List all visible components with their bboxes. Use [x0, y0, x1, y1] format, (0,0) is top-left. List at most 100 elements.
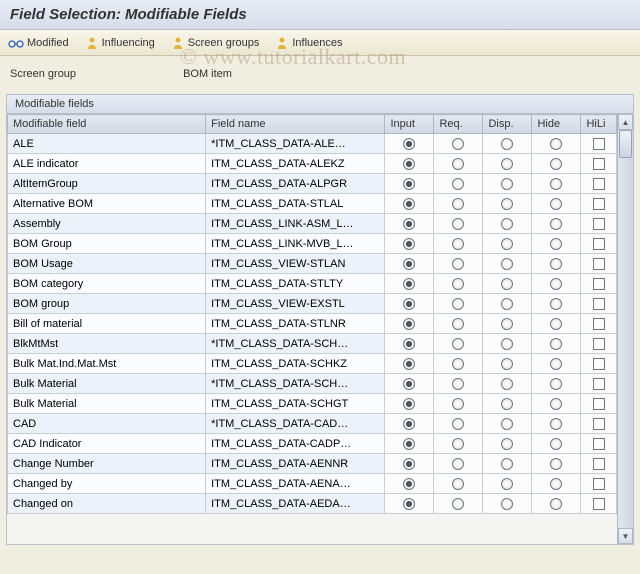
hili-checkbox[interactable]	[593, 338, 605, 350]
input-radio[interactable]	[403, 318, 415, 330]
field-cell[interactable]: Bulk Material	[8, 374, 206, 394]
input-radio[interactable]	[403, 478, 415, 490]
hide-radio[interactable]	[550, 218, 562, 230]
fieldname-cell[interactable]: ITM_CLASS_DATA-STLTY	[206, 274, 385, 294]
fieldname-cell[interactable]: ITM_CLASS_DATA-SCHKZ	[206, 354, 385, 374]
col-header-hide[interactable]: Hide	[532, 115, 581, 134]
hide-radio[interactable]	[550, 398, 562, 410]
hili-checkbox[interactable]	[593, 218, 605, 230]
field-cell[interactable]: BOM Group	[8, 234, 206, 254]
fieldname-cell[interactable]: ITM_CLASS_VIEW-EXSTL	[206, 294, 385, 314]
req-radio[interactable]	[452, 298, 464, 310]
field-cell[interactable]: ALE indicator	[8, 154, 206, 174]
hide-radio[interactable]	[550, 258, 562, 270]
field-cell[interactable]: CAD Indicator	[8, 434, 206, 454]
hide-radio[interactable]	[550, 278, 562, 290]
field-cell[interactable]: BOM Usage	[8, 254, 206, 274]
req-radio[interactable]	[452, 318, 464, 330]
hili-checkbox[interactable]	[593, 398, 605, 410]
req-radio[interactable]	[452, 378, 464, 390]
hili-checkbox[interactable]	[593, 438, 605, 450]
fieldname-cell[interactable]: ITM_CLASS_LINK-ASM_L…	[206, 214, 385, 234]
input-radio[interactable]	[403, 358, 415, 370]
input-radio[interactable]	[403, 258, 415, 270]
disp-radio[interactable]	[501, 258, 513, 270]
disp-radio[interactable]	[501, 358, 513, 370]
disp-radio[interactable]	[501, 378, 513, 390]
scroll-up-button[interactable]: ▲	[618, 114, 633, 130]
disp-radio[interactable]	[501, 178, 513, 190]
input-radio[interactable]	[403, 438, 415, 450]
fieldname-cell[interactable]: ITM_CLASS_VIEW-STLAN	[206, 254, 385, 274]
field-cell[interactable]: Bill of material	[8, 314, 206, 334]
hili-checkbox[interactable]	[593, 418, 605, 430]
vertical-scrollbar[interactable]: ▲ ▼	[617, 114, 633, 544]
disp-radio[interactable]	[501, 218, 513, 230]
screen-groups-button[interactable]: Screen groups	[167, 34, 270, 52]
hide-radio[interactable]	[550, 318, 562, 330]
hili-checkbox[interactable]	[593, 258, 605, 270]
fieldname-cell[interactable]: ITM_CLASS_DATA-STLNR	[206, 314, 385, 334]
req-radio[interactable]	[452, 198, 464, 210]
scroll-track[interactable]	[618, 130, 633, 528]
input-radio[interactable]	[403, 138, 415, 150]
field-cell[interactable]: Assembly	[8, 214, 206, 234]
req-radio[interactable]	[452, 398, 464, 410]
disp-radio[interactable]	[501, 158, 513, 170]
hili-checkbox[interactable]	[593, 198, 605, 210]
hide-radio[interactable]	[550, 178, 562, 190]
disp-radio[interactable]	[501, 298, 513, 310]
field-cell[interactable]: CAD	[8, 414, 206, 434]
field-cell[interactable]: Change Number	[8, 454, 206, 474]
fieldname-cell[interactable]: *ITM_CLASS_DATA-ALE…	[206, 134, 385, 154]
hili-checkbox[interactable]	[593, 278, 605, 290]
fieldname-cell[interactable]: *ITM_CLASS_DATA-CAD…	[206, 414, 385, 434]
input-radio[interactable]	[403, 498, 415, 510]
input-radio[interactable]	[403, 238, 415, 250]
col-header-field[interactable]: Modifiable field	[8, 115, 206, 134]
fieldname-cell[interactable]: ITM_CLASS_LINK-MVB_L…	[206, 234, 385, 254]
req-radio[interactable]	[452, 258, 464, 270]
req-radio[interactable]	[452, 138, 464, 150]
disp-radio[interactable]	[501, 478, 513, 490]
hili-checkbox[interactable]	[593, 238, 605, 250]
hili-checkbox[interactable]	[593, 498, 605, 510]
disp-radio[interactable]	[501, 138, 513, 150]
hide-radio[interactable]	[550, 458, 562, 470]
col-header-disp[interactable]: Disp.	[483, 115, 532, 134]
fieldname-cell[interactable]: *ITM_CLASS_DATA-SCH…	[206, 374, 385, 394]
modified-button[interactable]: Modified	[4, 35, 79, 51]
col-header-input[interactable]: Input	[385, 115, 434, 134]
field-cell[interactable]: Changed on	[8, 494, 206, 514]
disp-radio[interactable]	[501, 318, 513, 330]
fieldname-cell[interactable]: *ITM_CLASS_DATA-SCH…	[206, 334, 385, 354]
fieldname-cell[interactable]: ITM_CLASS_DATA-SCHGT	[206, 394, 385, 414]
hili-checkbox[interactable]	[593, 298, 605, 310]
hide-radio[interactable]	[550, 498, 562, 510]
hili-checkbox[interactable]	[593, 458, 605, 470]
col-header-req[interactable]: Req.	[434, 115, 483, 134]
input-radio[interactable]	[403, 458, 415, 470]
field-cell[interactable]: AltItemGroup	[8, 174, 206, 194]
req-radio[interactable]	[452, 478, 464, 490]
input-radio[interactable]	[403, 278, 415, 290]
fieldname-cell[interactable]: ITM_CLASS_DATA-ALEKZ	[206, 154, 385, 174]
hide-radio[interactable]	[550, 378, 562, 390]
hili-checkbox[interactable]	[593, 178, 605, 190]
input-radio[interactable]	[403, 398, 415, 410]
hide-radio[interactable]	[550, 338, 562, 350]
input-radio[interactable]	[403, 178, 415, 190]
req-radio[interactable]	[452, 438, 464, 450]
hili-checkbox[interactable]	[593, 318, 605, 330]
hide-radio[interactable]	[550, 138, 562, 150]
field-cell[interactable]: Bulk Material	[8, 394, 206, 414]
disp-radio[interactable]	[501, 238, 513, 250]
disp-radio[interactable]	[501, 418, 513, 430]
hide-radio[interactable]	[550, 298, 562, 310]
scroll-thumb[interactable]	[619, 130, 632, 158]
disp-radio[interactable]	[501, 278, 513, 290]
fieldname-cell[interactable]: ITM_CLASS_DATA-CADP…	[206, 434, 385, 454]
disp-radio[interactable]	[501, 438, 513, 450]
influences-button[interactable]: Influences	[271, 34, 352, 52]
input-radio[interactable]	[403, 198, 415, 210]
